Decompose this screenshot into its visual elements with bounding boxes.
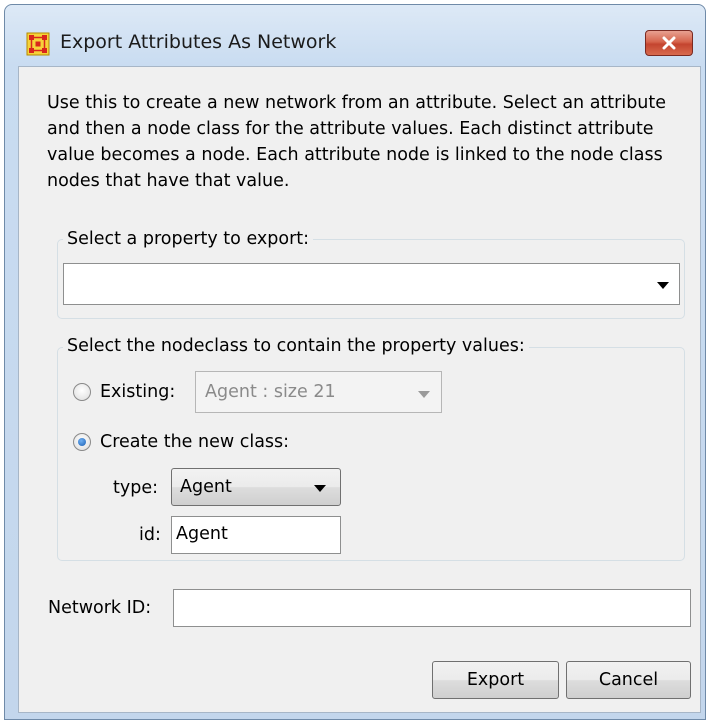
network-id-field[interactable] bbox=[173, 589, 691, 627]
type-dropdown[interactable]: Agent bbox=[171, 468, 341, 506]
create-class-radio[interactable] bbox=[73, 433, 91, 451]
close-button[interactable] bbox=[645, 30, 693, 56]
existing-class-value: Agent : size 21 bbox=[205, 382, 336, 402]
id-field[interactable]: Agent bbox=[171, 516, 341, 554]
id-label: id: bbox=[139, 525, 161, 545]
network-grid-icon bbox=[26, 32, 50, 56]
chevron-down-icon bbox=[314, 485, 326, 492]
chevron-down-icon bbox=[657, 282, 669, 289]
close-icon bbox=[662, 36, 676, 50]
existing-label: Existing: bbox=[100, 382, 176, 402]
title-bar[interactable]: Export Attributes As Network bbox=[5, 5, 705, 65]
network-id-label: Network ID: bbox=[48, 598, 152, 618]
create-class-label: Create the new class: bbox=[100, 432, 290, 452]
description-text: Use this to create a new network from an… bbox=[47, 93, 667, 191]
type-dropdown-value: Agent bbox=[180, 477, 232, 497]
property-dropdown[interactable] bbox=[63, 263, 680, 305]
dialog-body: Use this to create a new network from an… bbox=[18, 66, 701, 713]
type-label: type: bbox=[113, 478, 158, 498]
existing-class-dropdown[interactable]: Agent : size 21 bbox=[195, 371, 442, 413]
nodeclass-group-legend: Select the nodeclass to contain the prop… bbox=[63, 336, 529, 356]
existing-radio[interactable] bbox=[73, 383, 91, 401]
property-group-legend: Select a property to export: bbox=[63, 229, 314, 249]
export-button[interactable]: Export bbox=[432, 661, 559, 699]
window-title: Export Attributes As Network bbox=[60, 31, 337, 53]
cancel-button[interactable]: Cancel bbox=[566, 661, 691, 699]
chevron-down-icon bbox=[418, 391, 430, 398]
dialog-window: Export Attributes As Network Use this to… bbox=[4, 4, 706, 720]
